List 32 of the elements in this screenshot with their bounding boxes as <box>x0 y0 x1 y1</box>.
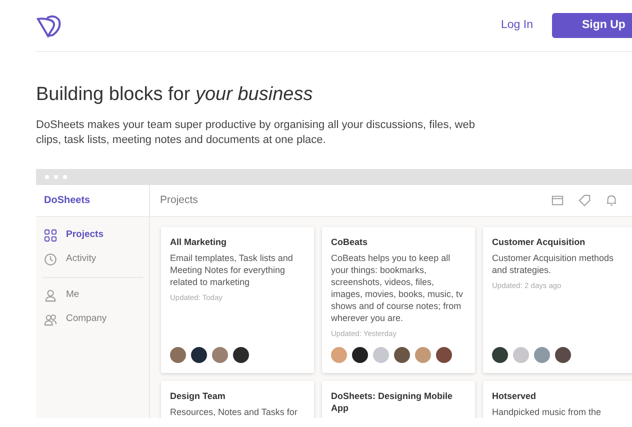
card-description: Resources, Notes and Tasks for <box>170 406 298 418</box>
card-title: Hotserved <box>492 390 538 402</box>
logo-icon[interactable] <box>36 14 62 38</box>
card-description: Email templates, Task lists and Meeting Notes for everything related to marketing <box>170 252 294 288</box>
clock-icon <box>44 252 57 266</box>
page-title: Projects <box>160 192 198 208</box>
project-card[interactable]: Hotserved Handpicked music from the <box>483 381 632 418</box>
card-title: Design Team <box>170 390 226 402</box>
sidebar-item[interactable]: Projects <box>42 227 143 243</box>
hero-description: DoSheets makes your team super productive by organising all your discussions, files, web clips, task lists, meeting notes and documents at one place. <box>36 118 476 148</box>
card-title: All Marketing <box>170 236 228 248</box>
card-title: DoSheets: Designing Mobile App <box>331 390 454 414</box>
hero-heading: Building blocks for your business <box>36 83 314 107</box>
project-card[interactable]: DoSheets: Designing Mobile App <box>322 381 475 418</box>
person-icon <box>44 288 57 302</box>
grid-icon <box>44 228 57 242</box>
signup-button[interactable]: Sign Up <box>552 13 632 38</box>
sidebar-item[interactable]: Activity <box>42 251 143 267</box>
tag-icon[interactable] <box>578 194 591 207</box>
bell-icon[interactable] <box>605 194 618 207</box>
login-link[interactable]: Log In <box>501 16 533 34</box>
window-icon[interactable] <box>551 194 564 207</box>
card-title: CoBeats <box>331 236 369 248</box>
card-title: Customer Acquisition <box>492 236 586 248</box>
card-description: Handpicked music from the <box>492 406 602 418</box>
card-description: Customer Acquisition methods and strategies. <box>492 252 615 276</box>
sidebar-item[interactable]: Me <box>42 287 143 303</box>
people-icon <box>44 312 57 326</box>
brand-name: DoSheets <box>44 194 90 208</box>
project-card[interactable]: Design Team Resources, Notes and Tasks for <box>161 381 314 418</box>
sidebar-item[interactable]: Company <box>42 311 143 327</box>
card-description: CoBeats helps you to keep all your things: bookmarks, screenshots, videos, files, images, movies, books, music, tv shows and of course notes; from wherever you are. <box>331 252 464 324</box>
